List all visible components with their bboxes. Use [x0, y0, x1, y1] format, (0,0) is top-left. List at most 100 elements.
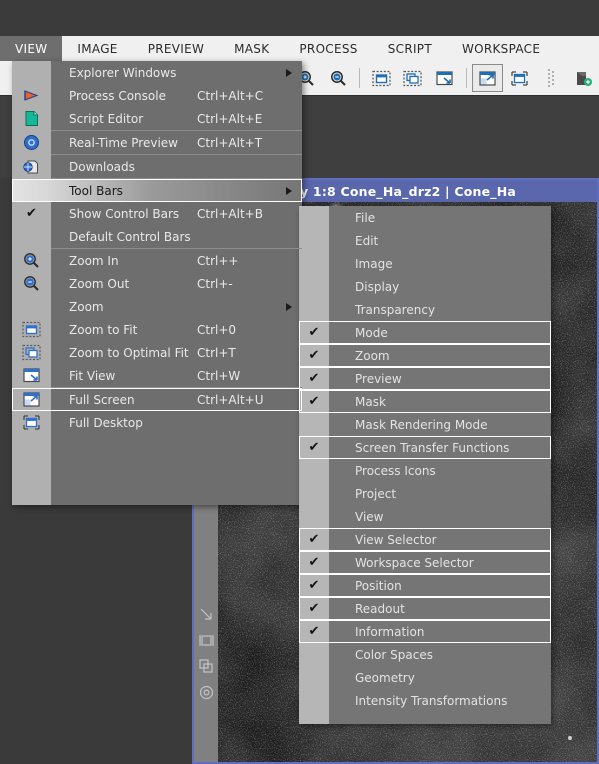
tool-bars-item-edit[interactable]: Edit	[299, 229, 551, 252]
view-menu-item-shortcut: Ctrl+T	[197, 345, 236, 360]
view-menu-item-shortcut: Ctrl+Alt+U	[197, 392, 264, 407]
crosshair-icon[interactable]	[198, 633, 214, 648]
tool-bars-item-information[interactable]: ✔ Information	[299, 620, 551, 643]
tool-bars-item-image[interactable]: Image	[299, 252, 551, 275]
zoom-to-optimal-fit-icon	[12, 341, 51, 364]
view-menu-item-label: Zoom to Optimal Fit	[69, 345, 189, 360]
view-menu-item-zoom-to-optimal-fit[interactable]: Zoom to Optimal Fit Ctrl+T	[12, 341, 302, 364]
tool-bars-item-readout[interactable]: ✔ Readout	[299, 597, 551, 620]
view-menu-item-zoom-out[interactable]: Zoom Out Ctrl+-	[12, 272, 302, 295]
view-menu-item-real-time-preview[interactable]: Real-Time Preview Ctrl+Alt+T	[12, 131, 302, 154]
collapse-icon[interactable]	[199, 607, 214, 622]
duplicate-icon[interactable]	[198, 659, 214, 674]
tool-bars-item-mask[interactable]: ✔ Mask	[299, 390, 551, 413]
view-menu-item-show-control-bars[interactable]: ✔ Show Control Bars Ctrl+Alt+B	[12, 202, 302, 225]
menubar-item-script[interactable]: SCRIPT	[373, 36, 447, 61]
menu-icon-slot	[12, 225, 51, 248]
menubar-item-workspace[interactable]: WORKSPACE	[447, 36, 555, 61]
check-icon: ✔	[308, 325, 320, 340]
tool-bars-item-label: Position	[355, 578, 402, 593]
fit-view-icon	[12, 364, 51, 387]
top-dark-strip	[0, 0, 599, 35]
full-desktop-icon	[12, 411, 51, 434]
tool-bars-item-position[interactable]: ✔ Position	[299, 574, 551, 597]
view-menu-item-shortcut: Ctrl+0	[197, 322, 237, 337]
tool-bars-item-label: Mode	[355, 325, 388, 340]
view-menu-item-full-screen[interactable]: Full Screen Ctrl+Alt+U	[12, 388, 302, 411]
tool-bars-item-label: File	[355, 210, 376, 225]
view-menu-item-shortcut: Ctrl+Alt+E	[197, 111, 263, 126]
check-slot	[299, 505, 329, 528]
tool-bars-item-process-icons[interactable]: Process Icons	[299, 459, 551, 482]
toolbar-zoom-to-optimal-fit-icon[interactable]	[397, 64, 429, 92]
view-menu-item-label: Zoom In	[69, 253, 119, 268]
tool-bars-item-display[interactable]: Display	[299, 275, 551, 298]
tool-bars-item-workspace-selector[interactable]: ✔ Workspace Selector	[299, 551, 551, 574]
view-menu-item-label: Default Control Bars	[69, 229, 191, 244]
view-menu-item-label: Script Editor	[69, 111, 144, 126]
tool-bars-item-view-selector[interactable]: ✔ View Selector	[299, 528, 551, 551]
view-menu-item-zoom-to-fit[interactable]: Zoom to Fit Ctrl+0	[12, 318, 302, 341]
check-slot	[299, 689, 329, 712]
view-menu-item-process-console[interactable]: Process Console Ctrl+Alt+C	[12, 84, 302, 107]
view-menu-item-label: Full Desktop	[69, 415, 143, 430]
tool-bars-item-screen-transfer-functions[interactable]: ✔ Screen Transfer Functions	[299, 436, 551, 459]
view-menu-item-label: Zoom Out	[69, 276, 130, 291]
tool-bars-item-mode[interactable]: ✔ Mode	[299, 321, 551, 344]
check-icon: ✔	[26, 206, 37, 221]
menubar-item-process[interactable]: PROCESS	[284, 36, 372, 61]
toolbar-fit-view-icon[interactable]	[429, 64, 461, 92]
toolbar-zoom-out-icon[interactable]	[322, 64, 354, 92]
view-dropdown-menu[interactable]: Explorer Windows Process Console Ctrl+Alt+…	[12, 61, 302, 505]
check-icon: ✔	[308, 578, 320, 593]
toolbar-full-desktop-icon[interactable]	[503, 64, 535, 92]
tool-bars-item-mask-rendering-mode[interactable]: Mask Rendering Mode	[299, 413, 551, 436]
tool-bars-item-project[interactable]: Project	[299, 482, 551, 505]
view-menu-item-script-editor[interactable]: Script Editor Ctrl+Alt+E	[12, 107, 302, 130]
tool-bars-item-preview[interactable]: ✔ Preview	[299, 367, 551, 390]
tool-bars-item-label: Project	[355, 486, 397, 501]
zoom-in-icon	[12, 249, 51, 272]
menubar-item-view[interactable]: VIEW	[0, 36, 63, 61]
tool-bars-item-view[interactable]: View	[299, 505, 551, 528]
tool-bars-submenu[interactable]: File Edit Image Display Transparency ✔ Mode ✔ Zo…	[299, 206, 551, 724]
menubar-item-image[interactable]: IMAGE	[62, 36, 132, 61]
real-time-preview-icon	[12, 131, 51, 154]
tool-bars-item-label: Geometry	[355, 670, 415, 685]
tool-bars-item-label: View	[355, 509, 384, 524]
tool-bars-item-label: Screen Transfer Functions	[355, 440, 510, 455]
tool-bars-item-label: Workspace Selector	[355, 555, 474, 570]
tool-bars-item-intensity-transformations[interactable]: Intensity Transformations	[299, 689, 551, 712]
view-menu-item-fit-view[interactable]: Fit View Ctrl+W	[12, 364, 302, 387]
tool-bars-item-color-spaces[interactable]: Color Spaces	[299, 643, 551, 666]
view-menu-item-zoom-in[interactable]: Zoom In Ctrl++	[12, 249, 302, 272]
chevron-right-icon	[286, 68, 292, 77]
view-menu-item-downloads[interactable]: Downloads	[12, 155, 302, 178]
tool-bars-item-label: Edit	[355, 233, 379, 248]
tool-bars-item-label: Mask	[355, 394, 386, 409]
toolbar-full-screen-icon[interactable]	[471, 64, 504, 92]
view-menu-item-full-desktop[interactable]: Full Desktop	[12, 411, 302, 434]
view-menu-item-shortcut: Ctrl+Alt+C	[197, 88, 264, 103]
tool-bars-item-zoom[interactable]: ✔ Zoom	[299, 344, 551, 367]
tool-bars-item-label: Zoom	[355, 348, 390, 363]
view-menu-item-tool-bars[interactable]: Tool Bars	[12, 179, 302, 202]
check-slot	[299, 482, 329, 505]
toolbar-zoom-to-fit-icon[interactable]	[365, 64, 397, 92]
toolbar-new-view-icon[interactable]	[567, 64, 599, 92]
view-menu-item-shortcut: Ctrl+Alt+T	[197, 135, 263, 150]
view-menu-item-label: Fit View	[69, 368, 116, 383]
tool-bars-item-transparency[interactable]: Transparency	[299, 298, 551, 321]
view-menu-item-zoom[interactable]: Zoom	[12, 295, 302, 318]
tool-bars-item-geometry[interactable]: Geometry	[299, 666, 551, 689]
menubar-item-preview[interactable]: PREVIEW	[133, 36, 219, 61]
tool-bars-item-file[interactable]: File	[299, 206, 551, 229]
view-menu-item-explorer-windows[interactable]: Explorer Windows	[12, 61, 302, 84]
tool-bars-item-label: View Selector	[355, 532, 437, 547]
target-icon[interactable]	[199, 685, 214, 700]
view-menu-item-default-control-bars[interactable]: Default Control Bars	[12, 225, 302, 248]
menu-bar[interactable]: VIEW IMAGE PREVIEW MASK PROCESS SCRIPT WORKSPA…	[0, 35, 599, 61]
toolbar-drag-handle-icon[interactable]	[535, 64, 567, 92]
menubar-item-mask[interactable]: MASK	[219, 36, 284, 61]
tool-bars-item-label: Mask Rendering Mode	[355, 417, 488, 432]
